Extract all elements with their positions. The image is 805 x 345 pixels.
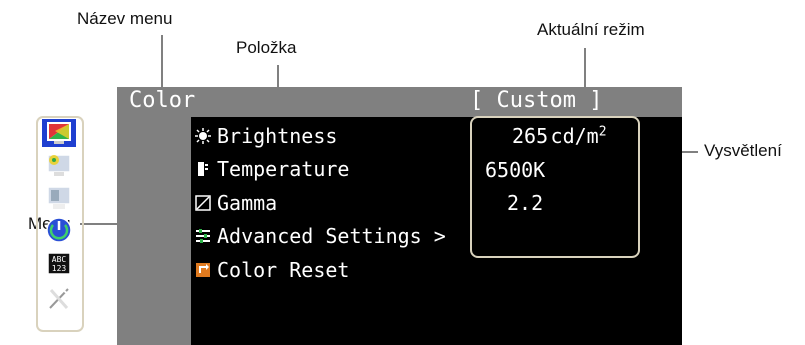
callout-item: Položka — [236, 38, 297, 57]
callout-current-mode: Aktuální režim — [537, 20, 645, 39]
reset-icon — [196, 263, 210, 277]
osd-title-bar: Color [ Custom ] — [117, 87, 682, 117]
menu-item-advanced-settings[interactable]: Advanced Settings > — [191, 222, 446, 250]
temperature-value: 6500K — [485, 158, 546, 182]
menu-callout-box — [36, 116, 84, 332]
menu-item-label: Advanced Settings > — [217, 224, 446, 248]
callout-menu-name: Název menu — [77, 9, 173, 28]
menu-item-temperature[interactable]: Temperature — [191, 155, 349, 183]
menu-item-label: Gamma — [217, 191, 278, 215]
brightness-number: 265 — [512, 124, 549, 148]
gamma-icon — [195, 195, 211, 211]
callout-explanation: Vysvětlení — [704, 141, 782, 160]
menu-title: Color — [129, 88, 196, 113]
gamma-value: 2.2 — [507, 191, 544, 215]
sun-icon — [195, 128, 211, 144]
menu-item-label: Brightness — [217, 124, 338, 148]
menu-item-brightness[interactable]: Brightness — [191, 122, 337, 150]
menu-item-color-reset[interactable]: Color Reset — [191, 256, 349, 284]
sliders-icon — [196, 229, 210, 243]
thermometer-icon — [198, 162, 208, 176]
brightness-unit-exponent: 2 — [598, 124, 607, 140]
menu-item-label: Temperature — [217, 157, 350, 181]
menu-item-label: Color Reset — [217, 258, 350, 282]
menu-icon-strip — [117, 117, 191, 345]
brightness-value: 265 cd/m2 — [512, 124, 607, 148]
menu-item-gamma[interactable]: Gamma — [191, 189, 277, 217]
current-mode: [ Custom ] — [470, 88, 603, 113]
brightness-unit: cd/m — [550, 124, 599, 148]
